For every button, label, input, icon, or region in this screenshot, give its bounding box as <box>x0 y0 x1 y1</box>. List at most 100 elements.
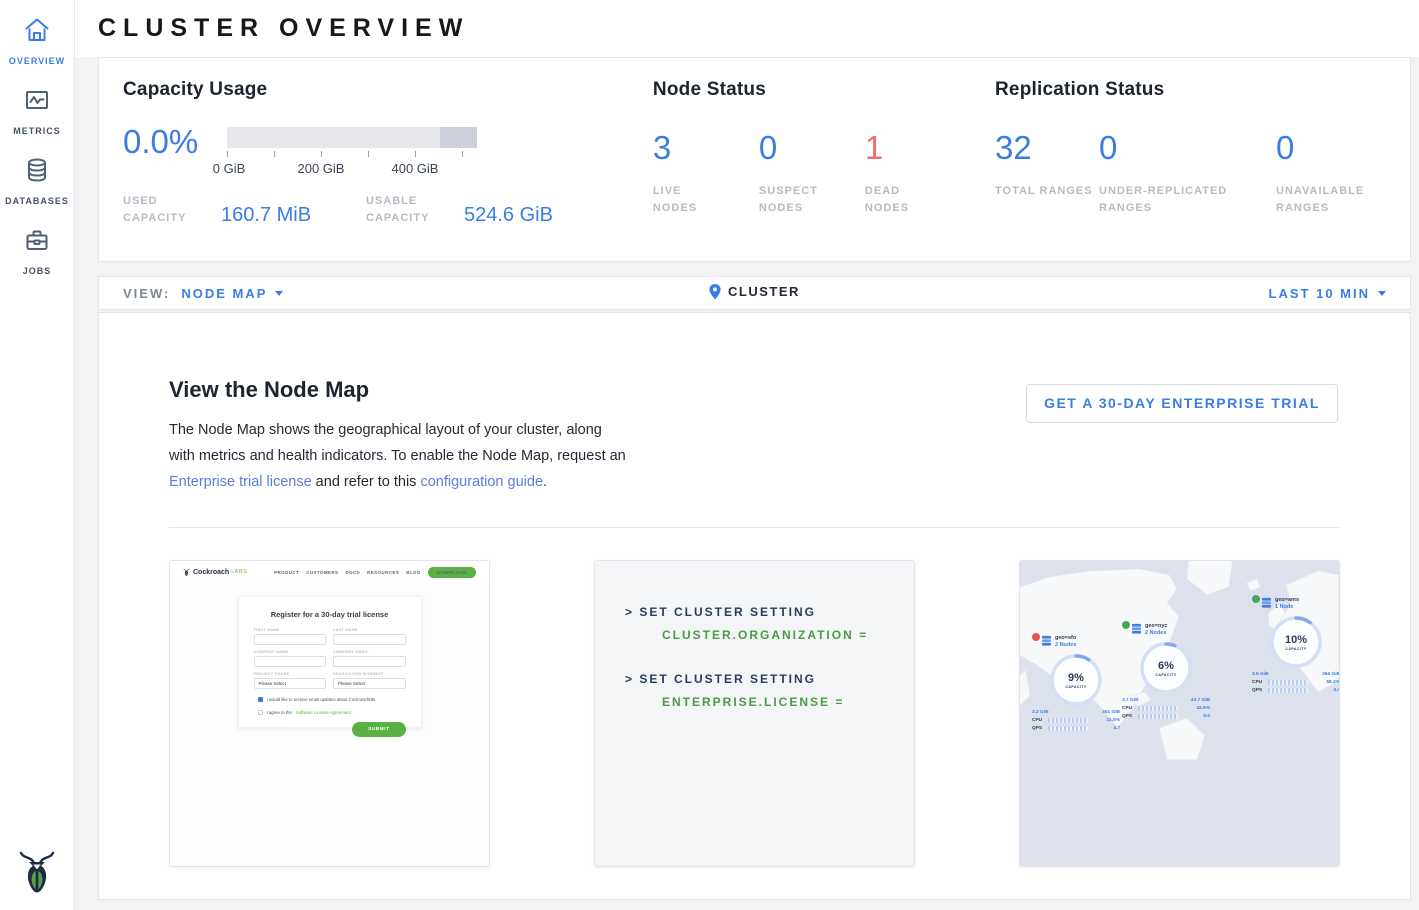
locality-nyc-capacity-label: CAPACITY <box>1155 673 1176 677</box>
step1-screenshot: Cockroach LABS PRODUCT CUSTOMERS DOCS RE… <box>170 561 489 866</box>
enterprise-trial-button[interactable]: GET A 30-DAY ENTERPRISE TRIAL <box>1026 384 1338 423</box>
locality-ams-capacity-label: CAPACITY <box>1285 647 1306 651</box>
sidebar-item-databases[interactable]: DATABASES <box>0 156 74 206</box>
description-text-1: The Node Map shows the geographical layo… <box>169 422 626 464</box>
node-status-title: Node Status <box>653 79 971 101</box>
sidebar-item-jobs[interactable]: JOBS <box>0 226 74 276</box>
healthy-status-icon <box>1122 621 1130 629</box>
breadcrumb-cluster-label: CLUSTER <box>728 284 800 299</box>
mini-nav-product: PRODUCT <box>274 570 299 575</box>
mini-nav-resources: RESOURCES <box>367 570 399 575</box>
capacity-gauge-ticks <box>227 151 477 159</box>
cpu-bar <box>1138 706 1178 711</box>
page-title: CLUSTER OVERVIEW <box>98 14 469 43</box>
view-label: VIEW: <box>123 286 170 301</box>
sql-command-2: > SET CLUSTER SETTING ENTERPRISE.LICENSE… <box>625 672 914 709</box>
mini-nav-blog: BLOG <box>406 570 421 575</box>
time-range-dropdown[interactable]: LAST 10 MIN <box>1269 286 1386 301</box>
mini-site-header: Cockroach LABS PRODUCT CUSTOMERS DOCS RE… <box>170 561 489 583</box>
total-ranges-label: TOTAL RANGES <box>995 183 1099 200</box>
qps-bar <box>1048 726 1088 731</box>
cluster-summary-panel: Capacity Usage 0.0% 0 GiB 200 GiB 400 Gi… <box>98 57 1411 262</box>
locality-nyc-capacity-donut: 6% CAPACITY <box>1138 640 1194 696</box>
cpu-bar <box>1048 718 1088 723</box>
locality-ams-nodes: 1 Node <box>1275 604 1299 610</box>
usable-capacity: USABLE CAPACITY 524.6 GiB <box>366 193 553 227</box>
used-capacity: USED CAPACITY 160.7 MiB <box>123 193 366 227</box>
cpu-bar <box>1268 680 1308 685</box>
mini-brand-suffix: LABS <box>231 569 247 575</box>
usable-capacity-value: 524.6 GiB <box>464 204 553 227</box>
locality-sfo-total: 351 GiB <box>1102 710 1120 715</box>
locality-nyc-total: 43.7 GiB <box>1191 698 1210 703</box>
map-pin-icon <box>709 284 721 300</box>
steps-row: Cockroach LABS PRODUCT CUSTOMERS DOCS RE… <box>169 560 1340 867</box>
chevron-down-icon <box>275 291 283 296</box>
mini-input-company-name <box>254 656 327 667</box>
breadcrumb-cluster[interactable]: CLUSTER <box>709 284 800 300</box>
locality-sfo-pct: 9% <box>1068 672 1084 684</box>
locality-sfo-capacity-donut: 9% CAPACITY <box>1048 652 1104 708</box>
node-stack-icon <box>1131 623 1142 634</box>
capacity-usage-title: Capacity Usage <box>123 79 605 101</box>
suspect-nodes-value: 0 <box>759 131 865 164</box>
qps-bar <box>1268 688 1308 693</box>
locality-nyc-cpu-label: CPU <box>1122 706 1138 711</box>
sql-setting-2-text: ENTERPRISE.LICENSE = <box>662 695 914 709</box>
capacity-percent: 0.0% <box>123 125 227 177</box>
locality-ams-name: geo=ams <box>1275 597 1299 603</box>
mini-field-company-name: COMPANY NAME <box>254 650 327 667</box>
mini-input-first-name <box>254 634 327 645</box>
locality-ams-qps-value: 4.4 <box>1333 688 1339 693</box>
locality-sfo-nodes: 2 Nodes <box>1055 642 1076 648</box>
mini-checkbox-license-pre: I agree to the <box>267 710 292 715</box>
replication-status-section: Replication Status 32 TOTAL RANGES 0 UND… <box>995 79 1386 261</box>
mini-field-reason: REASON FOR INTEREST Please Select <box>333 672 406 689</box>
mini-select-reason: Please Select <box>333 678 406 689</box>
enterprise-trial-license-link[interactable]: Enterprise trial license <box>169 474 312 490</box>
locality-ams-pct: 10% <box>1285 634 1307 646</box>
mini-license-agreement-link: Software License Agreement. <box>296 710 352 715</box>
node-stack-icon <box>1041 635 1052 646</box>
total-ranges-stat: 32 TOTAL RANGES <box>995 131 1099 217</box>
sidebar-item-metrics[interactable]: METRICS <box>0 86 74 136</box>
step1-caption: Step 1: Get a trial license delivered st… <box>170 866 489 867</box>
node-stack-icon <box>1261 597 1272 608</box>
locality-nyc-pct: 6% <box>1158 660 1174 672</box>
checkbox-unchecked-icon <box>258 710 263 715</box>
step2-caption: Step 2: Activate the trial license with … <box>595 866 914 867</box>
node-map-panel: View the Node Map The Node Map shows the… <box>98 312 1411 900</box>
step2-sql-preview: > SET CLUSTER SETTING CLUSTER.ORGANIZATI… <box>595 561 914 866</box>
locality-ams-qps-label: QPS <box>1252 688 1268 693</box>
sidebar-item-overview[interactable]: OVERVIEW <box>0 16 74 66</box>
suspect-nodes-stat: 0 SUSPECT NODES <box>759 131 865 217</box>
mini-nav: PRODUCT CUSTOMERS DOCS RESOURCES BLOG DO… <box>274 567 476 578</box>
usable-capacity-label: USABLE CAPACITY <box>366 193 448 227</box>
step3-node-map-preview: geo=sfo 2 Nodes 9% CAPACITY <box>1020 561 1339 866</box>
sidebar-label-databases: DATABASES <box>0 196 74 206</box>
used-capacity-value: 160.7 MiB <box>221 204 311 227</box>
divider <box>169 527 1340 528</box>
mini-form-title: Register for a 30-day trial license <box>254 610 406 619</box>
locality-ams-cpu-label: CPU <box>1252 680 1268 685</box>
mini-nav-customers: CUSTOMERS <box>306 570 338 575</box>
metrics-icon <box>23 86 51 114</box>
node-status-section: Node Status 3 LIVE NODES 0 SUSPECT NODES… <box>653 79 971 261</box>
locality-sfo-cpu-label: CPU <box>1032 718 1048 723</box>
checkbox-checked-icon <box>258 697 263 702</box>
locality-ams-total: 366 GiB <box>1322 672 1339 677</box>
dead-nodes-value: 1 <box>865 131 971 164</box>
database-icon <box>23 156 51 184</box>
mini-checkbox-updates-label: I would like to receive email updates ab… <box>267 697 377 702</box>
unavailable-ranges-stat: 0 UNAVAILABLE RANGES <box>1276 131 1386 217</box>
locality-sfo-qps-label: QPS <box>1032 726 1048 731</box>
view-mode-dropdown[interactable]: NODE MAP <box>170 286 283 301</box>
mini-submit-button: SUBMIT <box>352 722 405 737</box>
cockroachdb-logo-icon <box>17 850 57 896</box>
mini-nav-docs: DOCS <box>345 570 360 575</box>
capacity-gauge-bar <box>227 127 477 148</box>
configuration-guide-link[interactable]: configuration guide <box>420 474 543 490</box>
under-replicated-ranges-value: 0 <box>1099 131 1276 164</box>
locality-nyc-used: 3.7 GiB <box>1122 698 1139 703</box>
sidebar: OVERVIEW METRICS DATABASES <box>0 0 75 910</box>
